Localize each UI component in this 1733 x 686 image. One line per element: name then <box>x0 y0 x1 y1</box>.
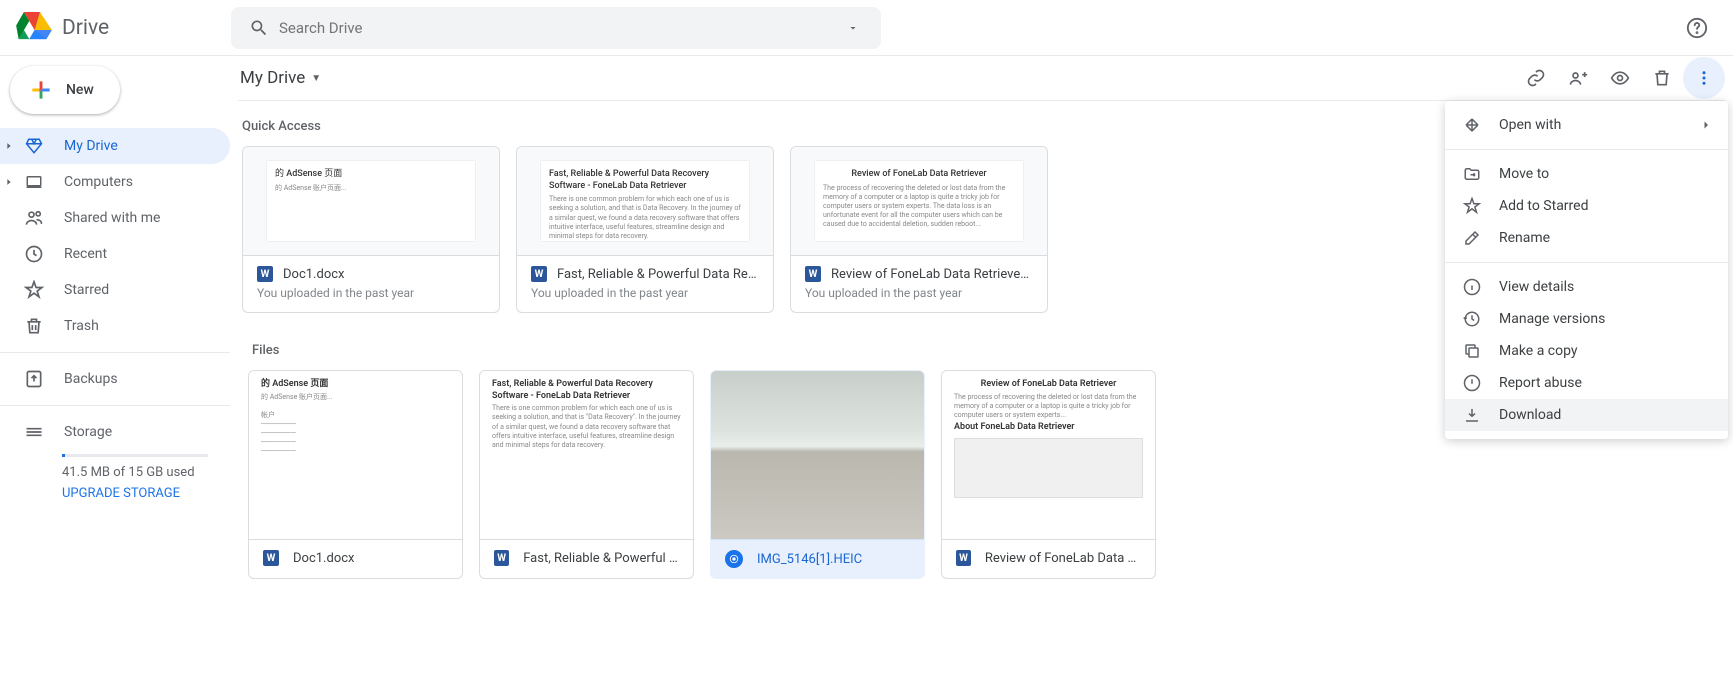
toolbar: My Drive ▼ <box>238 56 1725 100</box>
menu-make-copy[interactable]: Make a copy <box>1445 335 1728 367</box>
move-to-icon <box>1461 165 1483 183</box>
file-subtitle: You uploaded in the past year <box>531 286 759 300</box>
file-title: Fast, Reliable & Powerful D... <box>523 551 679 566</box>
sidebar-item-label: Trash <box>64 318 99 334</box>
word-icon: W <box>956 550 971 566</box>
file-card[interactable]: 的 AdSense 页面的 AdSense 账户页面...帐户─────────… <box>248 370 463 579</box>
menu-add-starred[interactable]: Add to Starred <box>1445 190 1728 222</box>
plus-icon <box>28 77 54 103</box>
breadcrumb[interactable]: My Drive ▼ <box>238 68 321 88</box>
sidebar-item-label: My Drive <box>64 138 118 154</box>
sidebar-item-label: Shared with me <box>64 210 160 226</box>
preview-icon[interactable] <box>1599 57 1641 99</box>
file-title: Fast, Reliable & Powerful Data Recov... <box>557 267 759 282</box>
logo[interactable]: Drive <box>16 12 231 44</box>
chevron-right-icon <box>4 141 22 151</box>
menu-open-with[interactable]: Open with <box>1445 109 1728 141</box>
download-icon <box>1461 406 1483 424</box>
breadcrumb-label: My Drive <box>240 68 305 88</box>
more-actions-icon[interactable] <box>1683 57 1725 99</box>
backups-icon <box>22 369 46 389</box>
upgrade-storage-link[interactable]: UPGRADE STORAGE <box>0 486 230 501</box>
sidebar-item-shared[interactable]: Shared with me <box>0 200 230 236</box>
open-with-icon <box>1461 116 1483 134</box>
search-bar[interactable] <box>231 7 881 49</box>
menu-download[interactable]: Download <box>1445 399 1728 431</box>
quick-access-card[interactable]: Review of FoneLab Data RetrieverThe proc… <box>790 146 1048 313</box>
word-icon: W <box>531 266 547 282</box>
toolbar-actions <box>1515 57 1725 99</box>
my-drive-icon <box>22 137 46 155</box>
sidebar-item-label: Backups <box>64 371 118 387</box>
info-icon <box>1461 278 1483 296</box>
menu-manage-versions[interactable]: Manage versions <box>1445 303 1728 335</box>
sidebar-item-label: Storage <box>64 424 112 440</box>
quick-access-card[interactable]: 的 AdSense 页面的 AdSense 账户页面... WDoc1.docx… <box>242 146 500 313</box>
file-card[interactable]: Review of FoneLab Data RetrieverThe proc… <box>941 370 1156 579</box>
file-subtitle: You uploaded in the past year <box>805 286 1033 300</box>
sidebar-item-label: Computers <box>64 174 133 190</box>
sidebar-item-recent[interactable]: Recent <box>0 236 230 272</box>
file-title: Review of FoneLab Data Re... <box>985 551 1141 566</box>
file-card[interactable]: Fast, Reliable & Powerful Data Recovery … <box>479 370 694 579</box>
image-thumbnail <box>711 371 924 539</box>
cloud-icon <box>22 422 46 442</box>
word-icon: W <box>805 266 821 282</box>
sidebar-item-label: Recent <box>64 246 107 262</box>
help-icon[interactable] <box>1677 8 1717 48</box>
chevron-right-icon <box>4 177 22 187</box>
sidebar-item-label: Starred <box>64 282 109 298</box>
trash-icon <box>22 316 46 336</box>
context-menu: Open with Move to Add to Starred Rename … <box>1445 101 1728 439</box>
people-icon <box>22 208 46 228</box>
file-subtitle: You uploaded in the past year <box>257 286 485 300</box>
menu-rename[interactable]: Rename <box>1445 222 1728 254</box>
sidebar-item-storage[interactable]: Storage <box>0 414 230 450</box>
star-icon <box>22 280 46 300</box>
new-button[interactable]: New <box>10 66 120 114</box>
word-icon: W <box>263 550 279 566</box>
chevron-down-icon: ▼ <box>311 73 321 84</box>
header-right <box>1677 8 1717 48</box>
sidebar-item-backups[interactable]: Backups <box>0 361 230 397</box>
drive-logo-icon <box>16 12 52 44</box>
sidebar-item-trash[interactable]: Trash <box>0 308 230 344</box>
clock-icon <box>22 244 46 264</box>
app-name: Drive <box>62 16 109 40</box>
menu-view-details[interactable]: View details <box>1445 271 1728 303</box>
get-link-icon[interactable] <box>1515 57 1557 99</box>
new-button-label: New <box>66 82 94 98</box>
storage-bar <box>62 454 208 457</box>
chevron-right-icon <box>1700 119 1712 131</box>
search-dropdown-icon[interactable] <box>833 22 873 34</box>
search-input[interactable] <box>279 19 833 37</box>
share-icon[interactable] <box>1557 57 1599 99</box>
search-icon[interactable] <box>239 18 279 38</box>
sidebar-item-computers[interactable]: Computers <box>0 164 230 200</box>
menu-report-abuse[interactable]: Report abuse <box>1445 367 1728 399</box>
copy-icon <box>1461 342 1483 360</box>
word-icon: W <box>494 550 509 566</box>
star-icon <box>1461 197 1483 215</box>
file-title: Review of FoneLab Data Retriever - t... <box>831 267 1033 282</box>
sidebar-item-my-drive[interactable]: My Drive <box>0 128 230 164</box>
report-icon <box>1461 374 1483 392</box>
storage-used: 41.5 MB of 15 GB used <box>0 465 230 480</box>
sidebar: New My Drive Computers Shared with me Re… <box>0 56 230 686</box>
computers-icon <box>22 173 46 191</box>
history-icon <box>1461 310 1483 328</box>
header: Drive <box>0 0 1733 55</box>
file-title: Doc1.docx <box>283 267 485 282</box>
delete-icon[interactable] <box>1641 57 1683 99</box>
quick-access-card[interactable]: Fast, Reliable & Powerful Data Recovery … <box>516 146 774 313</box>
file-title: Doc1.docx <box>293 551 354 566</box>
file-card-selected[interactable]: IMG_5146[1].HEIC <box>710 370 925 579</box>
word-icon: W <box>257 266 273 282</box>
menu-move-to[interactable]: Move to <box>1445 158 1728 190</box>
rename-icon <box>1461 229 1483 247</box>
image-icon <box>725 550 743 568</box>
file-title: IMG_5146[1].HEIC <box>757 552 862 567</box>
sidebar-item-starred[interactable]: Starred <box>0 272 230 308</box>
